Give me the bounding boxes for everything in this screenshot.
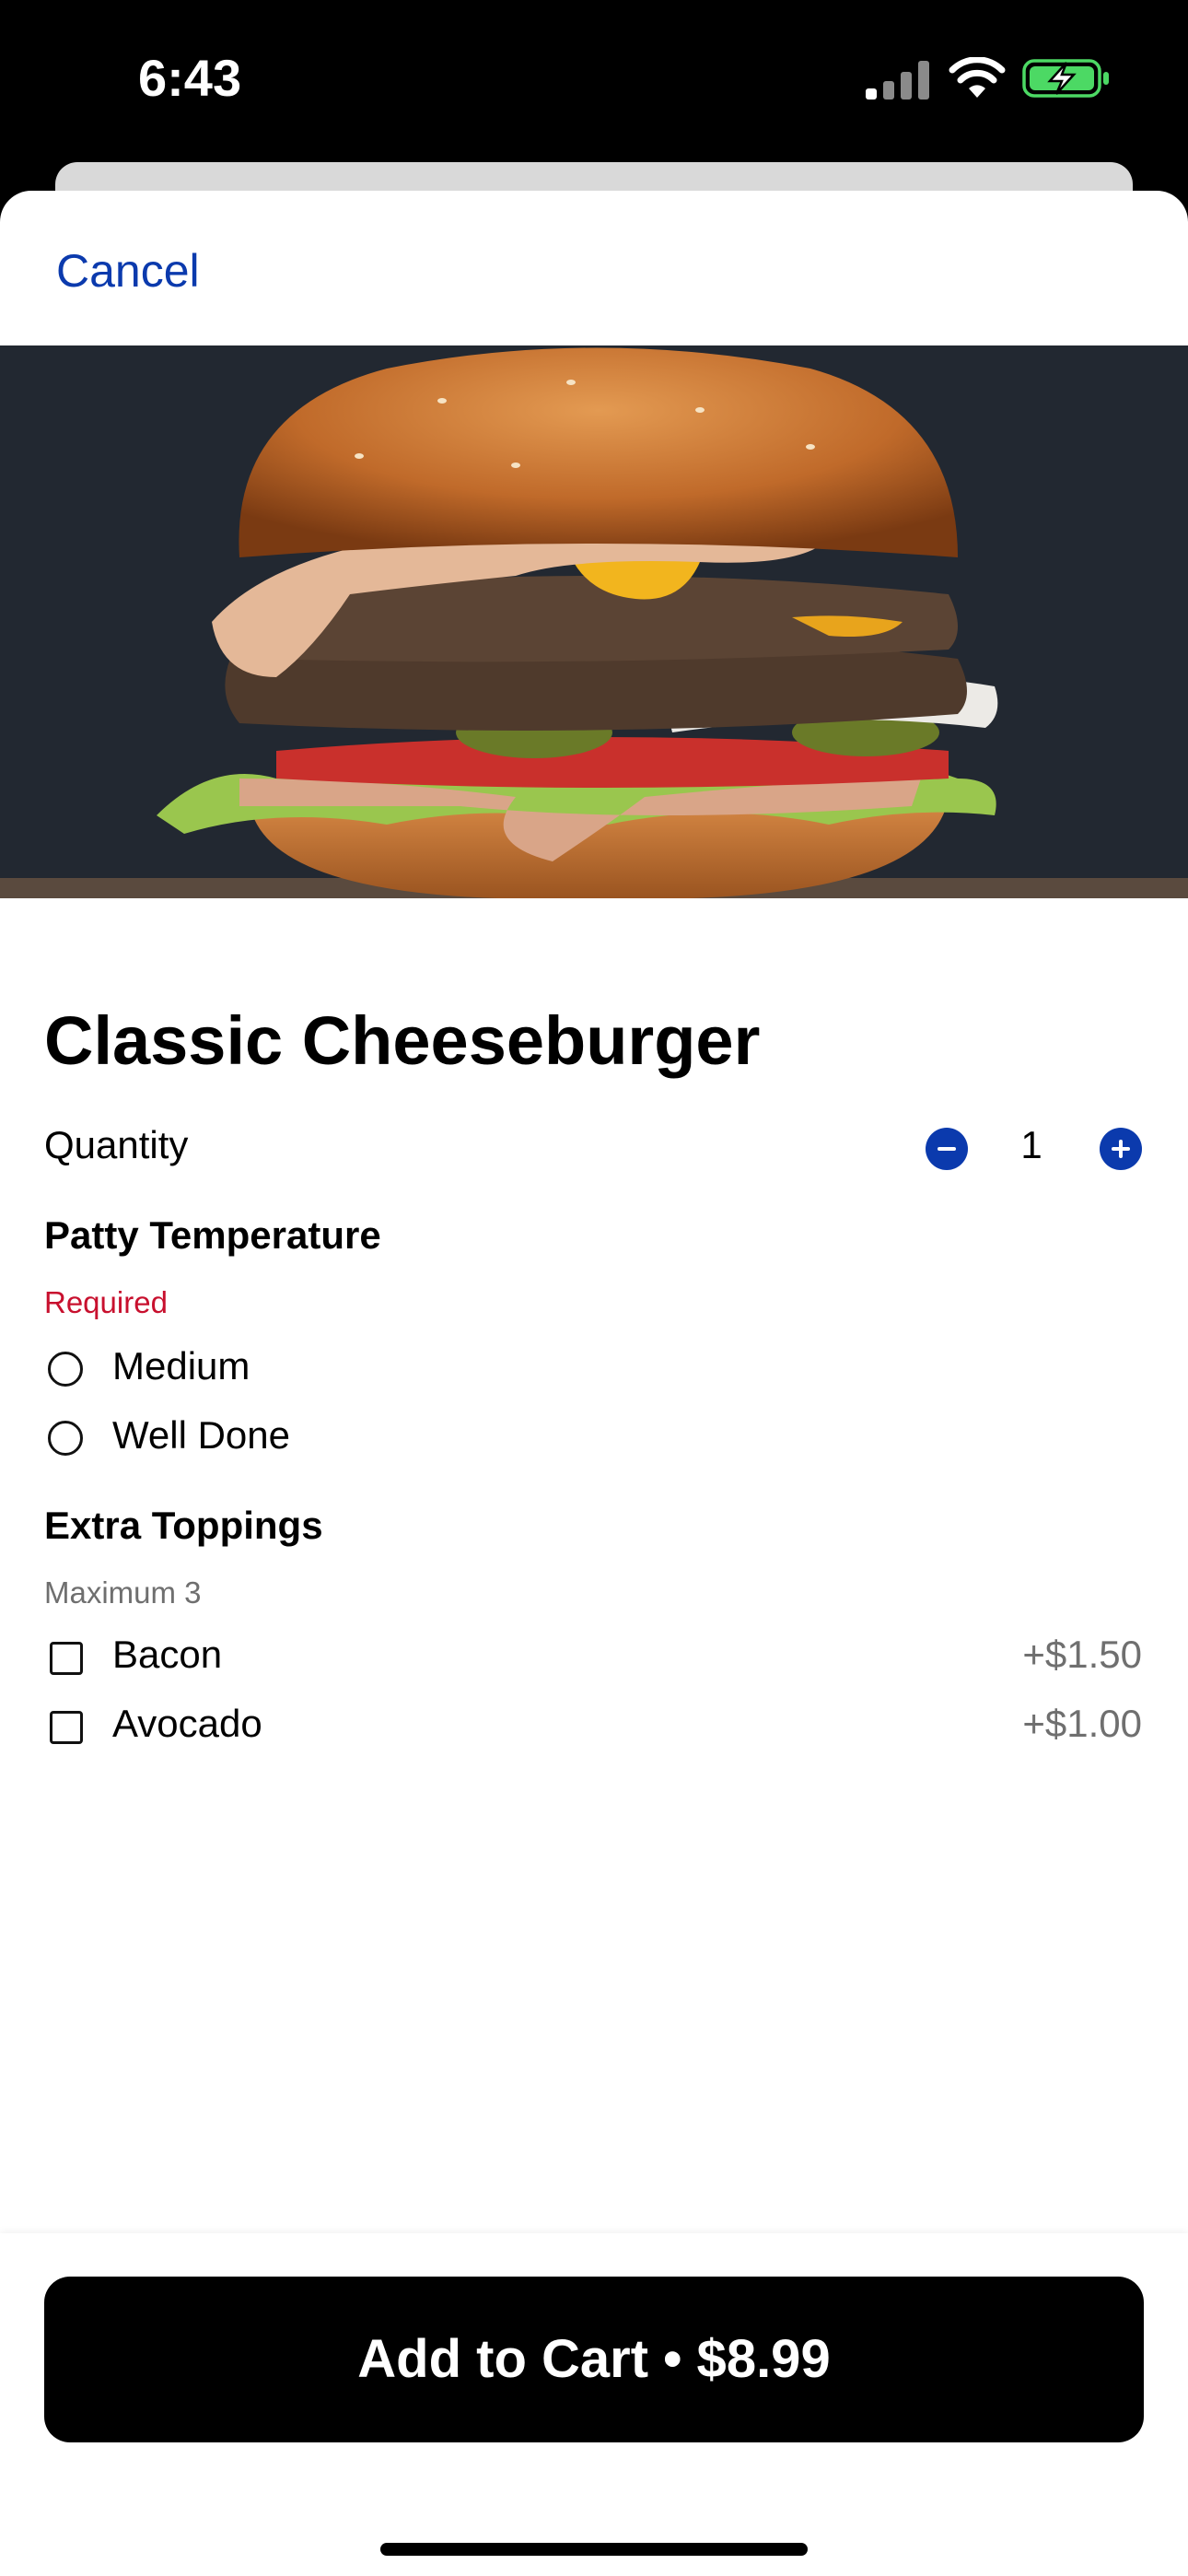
decrease-quantity-button[interactable] <box>926 1128 968 1170</box>
status-time: 6:43 <box>138 49 242 107</box>
option-label: Medium <box>112 1344 250 1388</box>
maximum-note: Maximum 3 <box>44 1575 202 1610</box>
checkbox-icon <box>50 1642 83 1675</box>
plus-icon <box>1112 1140 1130 1158</box>
option-label: Well Done <box>112 1413 290 1457</box>
option-price: +$1.00 <box>1022 1702 1142 1745</box>
quantity-value: 1 <box>1020 1123 1042 1166</box>
option-price: +$1.50 <box>1022 1633 1142 1676</box>
option-label: Bacon <box>112 1633 223 1676</box>
option-well-done[interactable]: Well Done <box>44 1411 1149 1467</box>
home-indicator[interactable] <box>380 2543 808 2556</box>
cellular-signal-icon <box>866 61 929 100</box>
patty-temperature-title: Patty Temperature <box>44 1213 381 1257</box>
increase-quantity-button[interactable] <box>1100 1128 1142 1170</box>
option-bacon[interactable]: Bacon +$1.50 <box>44 1631 1149 1686</box>
wifi-icon <box>949 57 1006 98</box>
battery-charging-icon <box>1022 59 1109 98</box>
item-detail-sheet: Cancel Classic Cheeseburger Quantity 1 P… <box>0 191 1188 2576</box>
radio-button-icon <box>48 1352 83 1387</box>
option-avocado[interactable]: Avocado +$1.00 <box>44 1700 1149 1755</box>
add-to-cart-button[interactable]: Add to Cart • $8.99 <box>44 2277 1144 2442</box>
footer-bar: Add to Cart • $8.99 <box>0 2233 1188 2576</box>
item-title: Classic Cheeseburger <box>44 1002 761 1079</box>
burger-photo <box>0 345 1188 898</box>
radio-button-icon <box>48 1421 83 1456</box>
minus-icon <box>938 1147 956 1151</box>
required-note: Required <box>44 1285 168 1319</box>
quantity-label: Quantity <box>44 1123 189 1166</box>
option-label: Avocado <box>112 1702 262 1745</box>
status-bar: 6:43 <box>0 0 1188 166</box>
option-medium[interactable]: Medium <box>44 1342 1149 1398</box>
cancel-button[interactable]: Cancel <box>56 244 200 298</box>
extra-toppings-title: Extra Toppings <box>44 1504 323 1547</box>
checkbox-icon <box>50 1711 83 1744</box>
